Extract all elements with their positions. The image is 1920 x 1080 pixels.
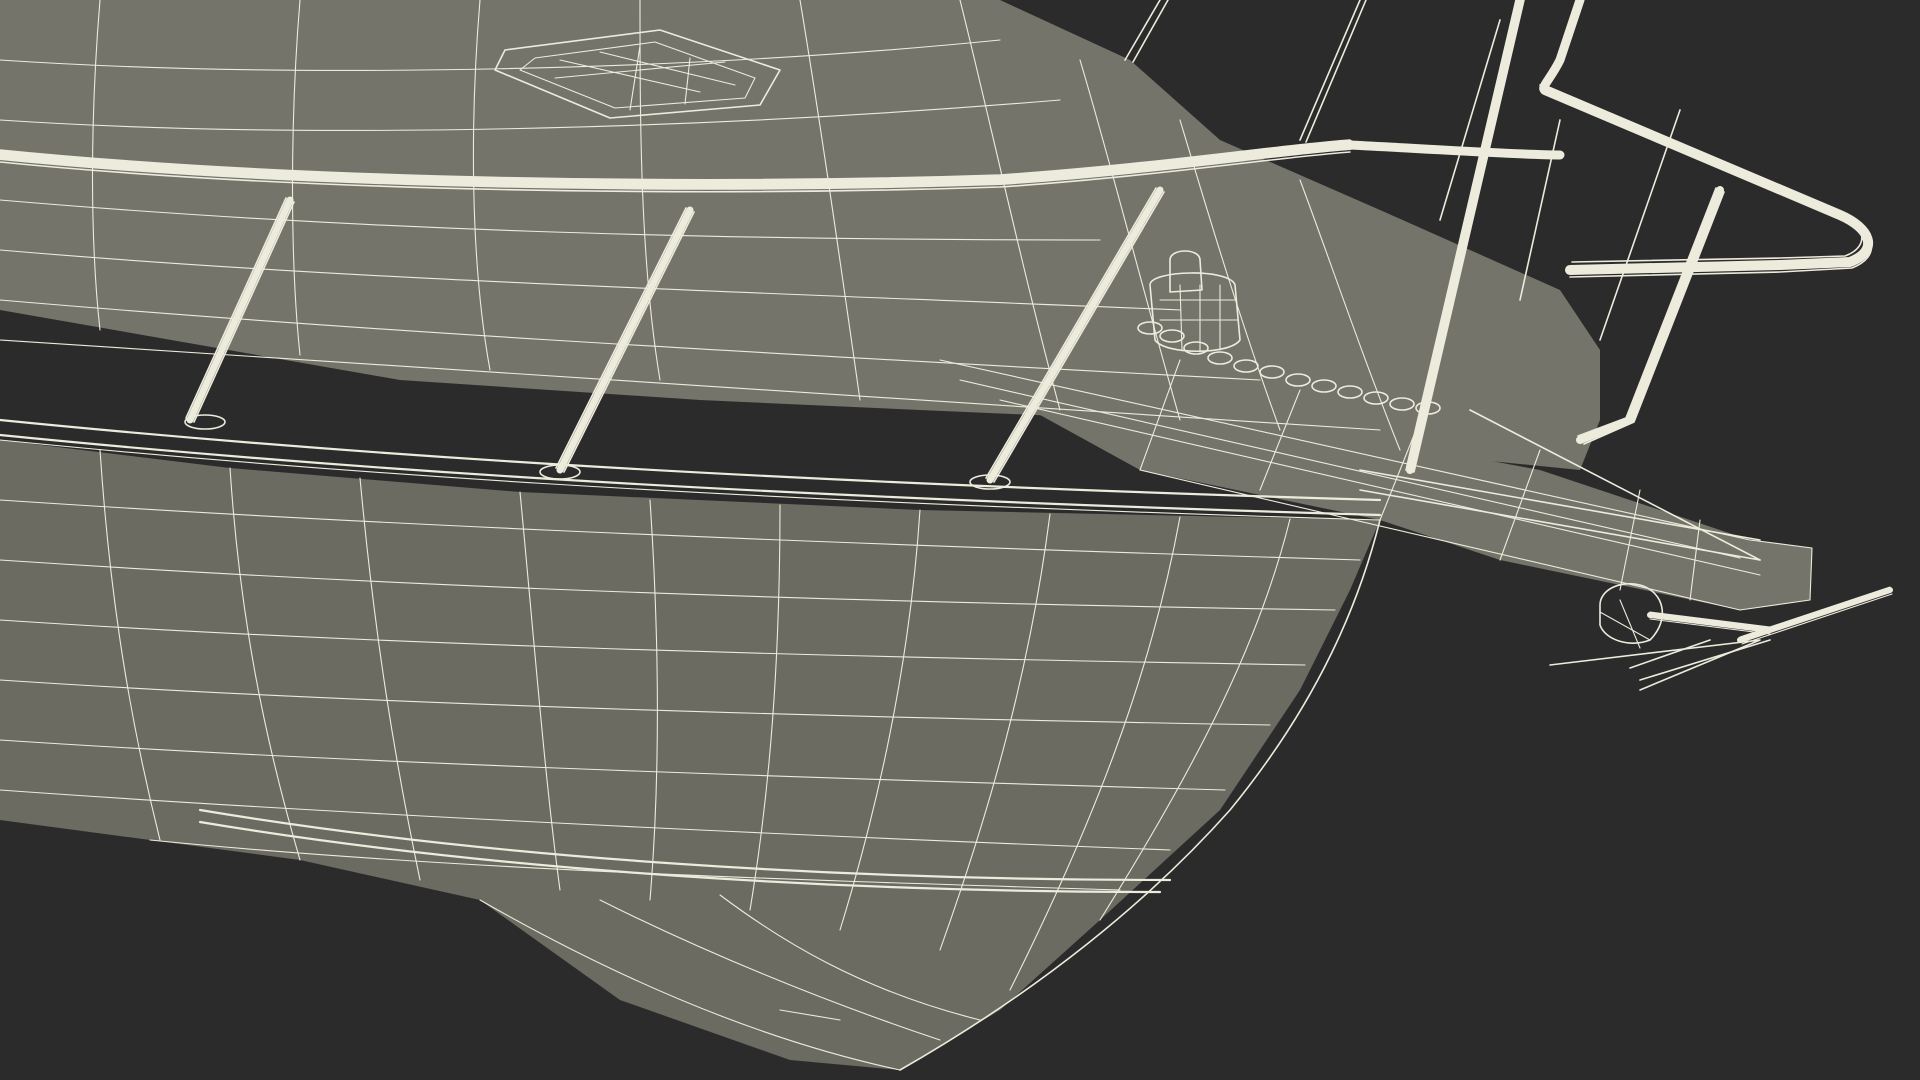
wireframe-viewport xyxy=(0,0,1920,1080)
deck-surface xyxy=(0,0,1600,470)
hull-side xyxy=(0,440,1380,1070)
boat-bow-wireframe xyxy=(0,0,1893,1071)
